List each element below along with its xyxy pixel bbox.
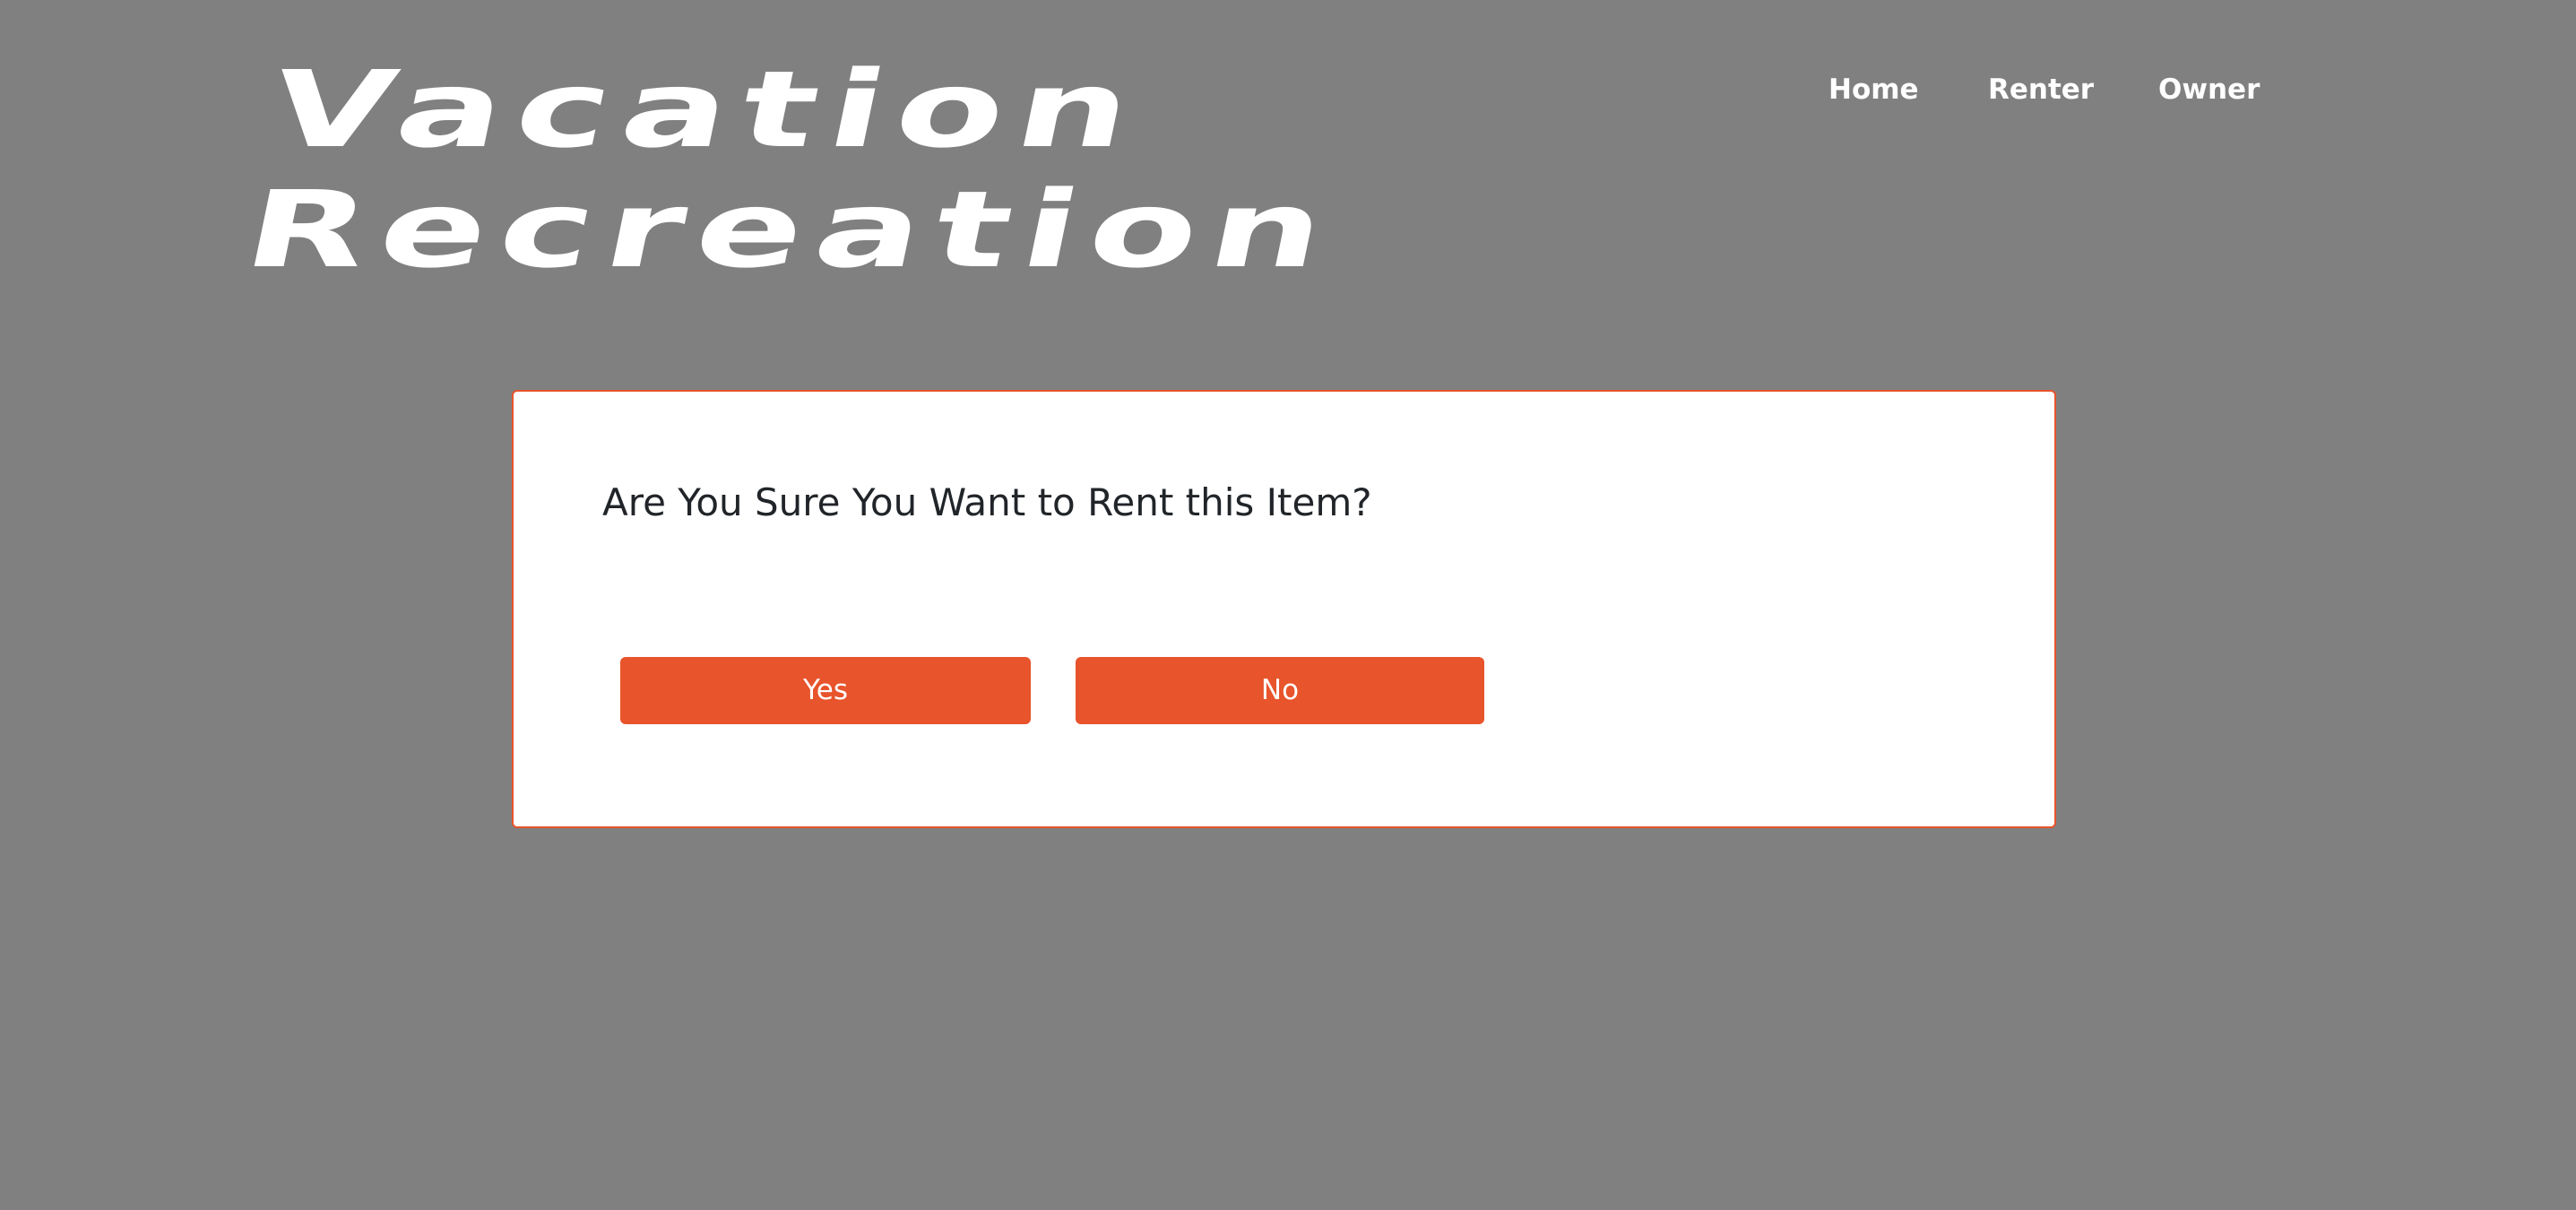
nav-link-owner[interactable]: Owner [2158,70,2260,109]
yes-button[interactable]: Yes [620,657,1031,724]
site-logo: Vacation Recreation [234,48,1877,291]
nav-link-home[interactable]: Home [1828,70,1919,109]
dialog-title: Are You Sure You Want to Rent this Item? [602,480,1372,524]
confirm-rent-dialog: Are You Sure You Want to Rent this Item?… [512,390,2056,828]
logo-line-2: Recreation [234,168,1350,291]
logo-line-1: Vacation [259,48,1156,171]
nav-link-renter[interactable]: Renter [1988,70,2094,109]
no-button[interactable]: No [1076,657,1484,724]
main-nav: Home Renter Owner [1793,70,2295,109]
